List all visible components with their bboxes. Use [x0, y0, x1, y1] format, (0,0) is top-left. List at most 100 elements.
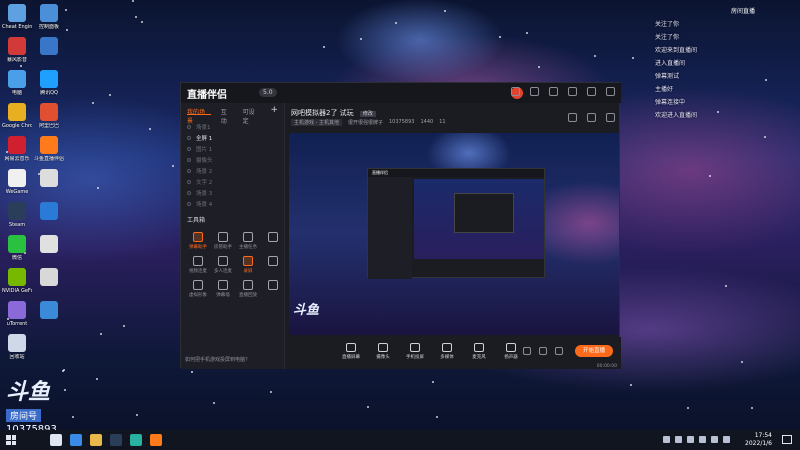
scene-item[interactable]: 图片 1	[187, 143, 278, 154]
room-category[interactable]: 主机游戏 - 主机其他	[291, 119, 342, 126]
desktop-icon-label: Cheat Engine 7.3	[2, 24, 32, 30]
nested-brand: 直播伴侣	[368, 169, 544, 177]
scene-item[interactable]: 场景 2	[187, 165, 278, 176]
desktop-icon[interactable]: Cheat Engine 7.3	[2, 4, 32, 30]
visibility-icon[interactable]	[187, 179, 191, 184]
scene-item[interactable]: 场景 3	[187, 187, 278, 198]
start-live-button[interactable]: 开始直播	[575, 345, 613, 357]
add-scene-button[interactable]: +	[270, 106, 278, 115]
desktop-icon[interactable]: 网易云音乐	[2, 136, 32, 162]
toolbox-item[interactable]: 录屏	[237, 256, 259, 274]
tab-3[interactable]: 可设定	[243, 107, 261, 125]
douyu-taskbar-icon[interactable]	[150, 434, 162, 446]
window-titlebar[interactable]: 直播伴侣 5.0	[181, 83, 621, 103]
chat-message-list: 关注了你 关注了你 欢迎来到直播间 进入直播间 弹幕测试 主播好 弹幕连接中 欢迎进入直播间	[655, 19, 795, 119]
start-button[interactable]	[6, 435, 16, 445]
desktop-icon[interactable]: Steam	[2, 202, 32, 228]
source-label: 麦克风	[472, 355, 486, 360]
desktop-icon[interactable]: 腾讯QQ	[34, 70, 64, 96]
settings-icon[interactable]	[511, 87, 520, 96]
scene-item[interactable]: 场景1	[187, 121, 278, 132]
fullscreen-icon[interactable]	[606, 113, 615, 122]
toolbox-item[interactable]: 视频连麦	[187, 256, 209, 274]
toolbox-item[interactable]: 房管助手	[212, 232, 234, 250]
visibility-icon[interactable]	[187, 190, 191, 195]
desktop-icon[interactable]	[34, 301, 64, 321]
visibility-icon[interactable]	[187, 157, 191, 162]
eye-icon[interactable]	[539, 347, 547, 355]
source-button[interactable]: 手机投屏	[405, 343, 425, 360]
edge-icon[interactable]	[70, 434, 82, 446]
tray-icon	[675, 436, 682, 443]
visibility-icon[interactable]	[187, 146, 191, 151]
desktop-icon[interactable]: uTorrent	[2, 301, 32, 327]
search-icon[interactable]	[50, 434, 62, 446]
app-icon	[8, 202, 26, 220]
scene-label: 图片 1	[196, 146, 213, 153]
visibility-icon[interactable]	[187, 201, 191, 206]
toolbox-item[interactable]: 主播任务	[237, 232, 259, 250]
desktop-icon[interactable]: WeGame	[2, 169, 32, 195]
desktop-icon[interactable]: 微信	[2, 235, 32, 261]
message-icon[interactable]	[530, 87, 539, 96]
toolbox-item[interactable]: 虚拟形象	[187, 280, 209, 298]
desktop-icon[interactable]: 斗鱼直播伴侣	[34, 136, 64, 162]
chat-message: 进入直播间	[655, 60, 686, 67]
source-button[interactable]: 麦克风	[469, 343, 489, 360]
tab-1[interactable]: 我的场景	[187, 107, 211, 125]
visibility-icon[interactable]	[187, 124, 191, 129]
toolbox-item[interactable]	[262, 256, 284, 274]
toolbox-item[interactable]: 直播回放	[237, 280, 259, 298]
notification-icon[interactable]	[782, 435, 792, 444]
toolbox-item[interactable]	[262, 232, 284, 250]
preview-watermark-logo: 斗鱼	[293, 303, 320, 318]
system-tray[interactable]	[663, 436, 730, 443]
desktop-icon[interactable]: Google Chrome	[2, 103, 32, 129]
desktop-icon[interactable]: 暴风影音	[2, 37, 32, 63]
app-icon[interactable]	[130, 434, 142, 446]
chat-message: 欢迎来到直播间	[655, 47, 698, 54]
watermark-logo: 斗鱼	[6, 380, 51, 405]
share-icon[interactable]	[587, 113, 596, 122]
desktop-icon[interactable]	[34, 169, 64, 189]
desktop-icon[interactable]: NVIDIA GeForce	[2, 268, 32, 294]
toolbox-item[interactable]: 多人连麦	[212, 256, 234, 274]
help-notice[interactable]: 如何把手机游戏投屏到电脑?	[185, 356, 248, 363]
source-button[interactable]: 直播屏幕	[341, 343, 361, 360]
scene-item[interactable]: 场景 4	[187, 198, 278, 209]
folder-icon[interactable]	[90, 434, 102, 446]
desktop-icon[interactable]	[34, 37, 64, 57]
toolbox-item[interactable]	[262, 280, 284, 298]
desktop-icon[interactable]: 阿里巴巴	[34, 103, 64, 129]
scene-item[interactable]: 全屏 1	[187, 132, 278, 143]
toolbox-item[interactable]: 弹幕墙	[212, 280, 234, 298]
desktop-icon[interactable]: 控制面板	[34, 4, 64, 30]
scene-item[interactable]: 文字 2	[187, 176, 278, 187]
tab-2[interactable]: 互动	[221, 107, 233, 125]
source-button[interactable]: 多媒体	[437, 343, 457, 360]
desktop-icon[interactable]	[34, 235, 64, 255]
source-button[interactable]: 摄像头	[373, 343, 393, 360]
desktop-icon[interactable]	[34, 202, 64, 222]
tray-icon	[663, 436, 670, 443]
record-icon[interactable]	[523, 347, 531, 355]
stream-preview[interactable]: 直播伴侣 斗鱼	[289, 133, 619, 335]
desktop-icon[interactable]: 电脑	[2, 70, 32, 96]
steam-icon[interactable]	[110, 434, 122, 446]
scene-item[interactable]: 摄像头	[187, 154, 278, 165]
visibility-icon[interactable]	[187, 135, 191, 140]
menu-icon[interactable]	[549, 87, 558, 96]
source-button[interactable]: 扬声器	[501, 343, 521, 360]
scene-sidebar: 我的场景 互动 可设定 + 场景1 全屏 1 图片 1 摄像头 场景 2 文字 2 场景 3 场景 …	[181, 103, 285, 369]
close-icon[interactable]	[606, 87, 615, 96]
edit-title-button[interactable]: 修改	[359, 111, 376, 117]
desktop-icon[interactable]: 回收站	[2, 334, 32, 360]
visibility-icon[interactable]	[187, 168, 191, 173]
toolbox-item[interactable]: 弹幕助手	[187, 232, 209, 250]
desktop-icon[interactable]	[34, 268, 64, 288]
taskbar-clock[interactable]: 17:54 2022/1/6	[745, 432, 772, 448]
gear-icon[interactable]	[555, 347, 563, 355]
maximize-icon[interactable]	[587, 87, 596, 96]
minimize-icon[interactable]	[568, 87, 577, 96]
layout-icon[interactable]	[568, 113, 577, 122]
